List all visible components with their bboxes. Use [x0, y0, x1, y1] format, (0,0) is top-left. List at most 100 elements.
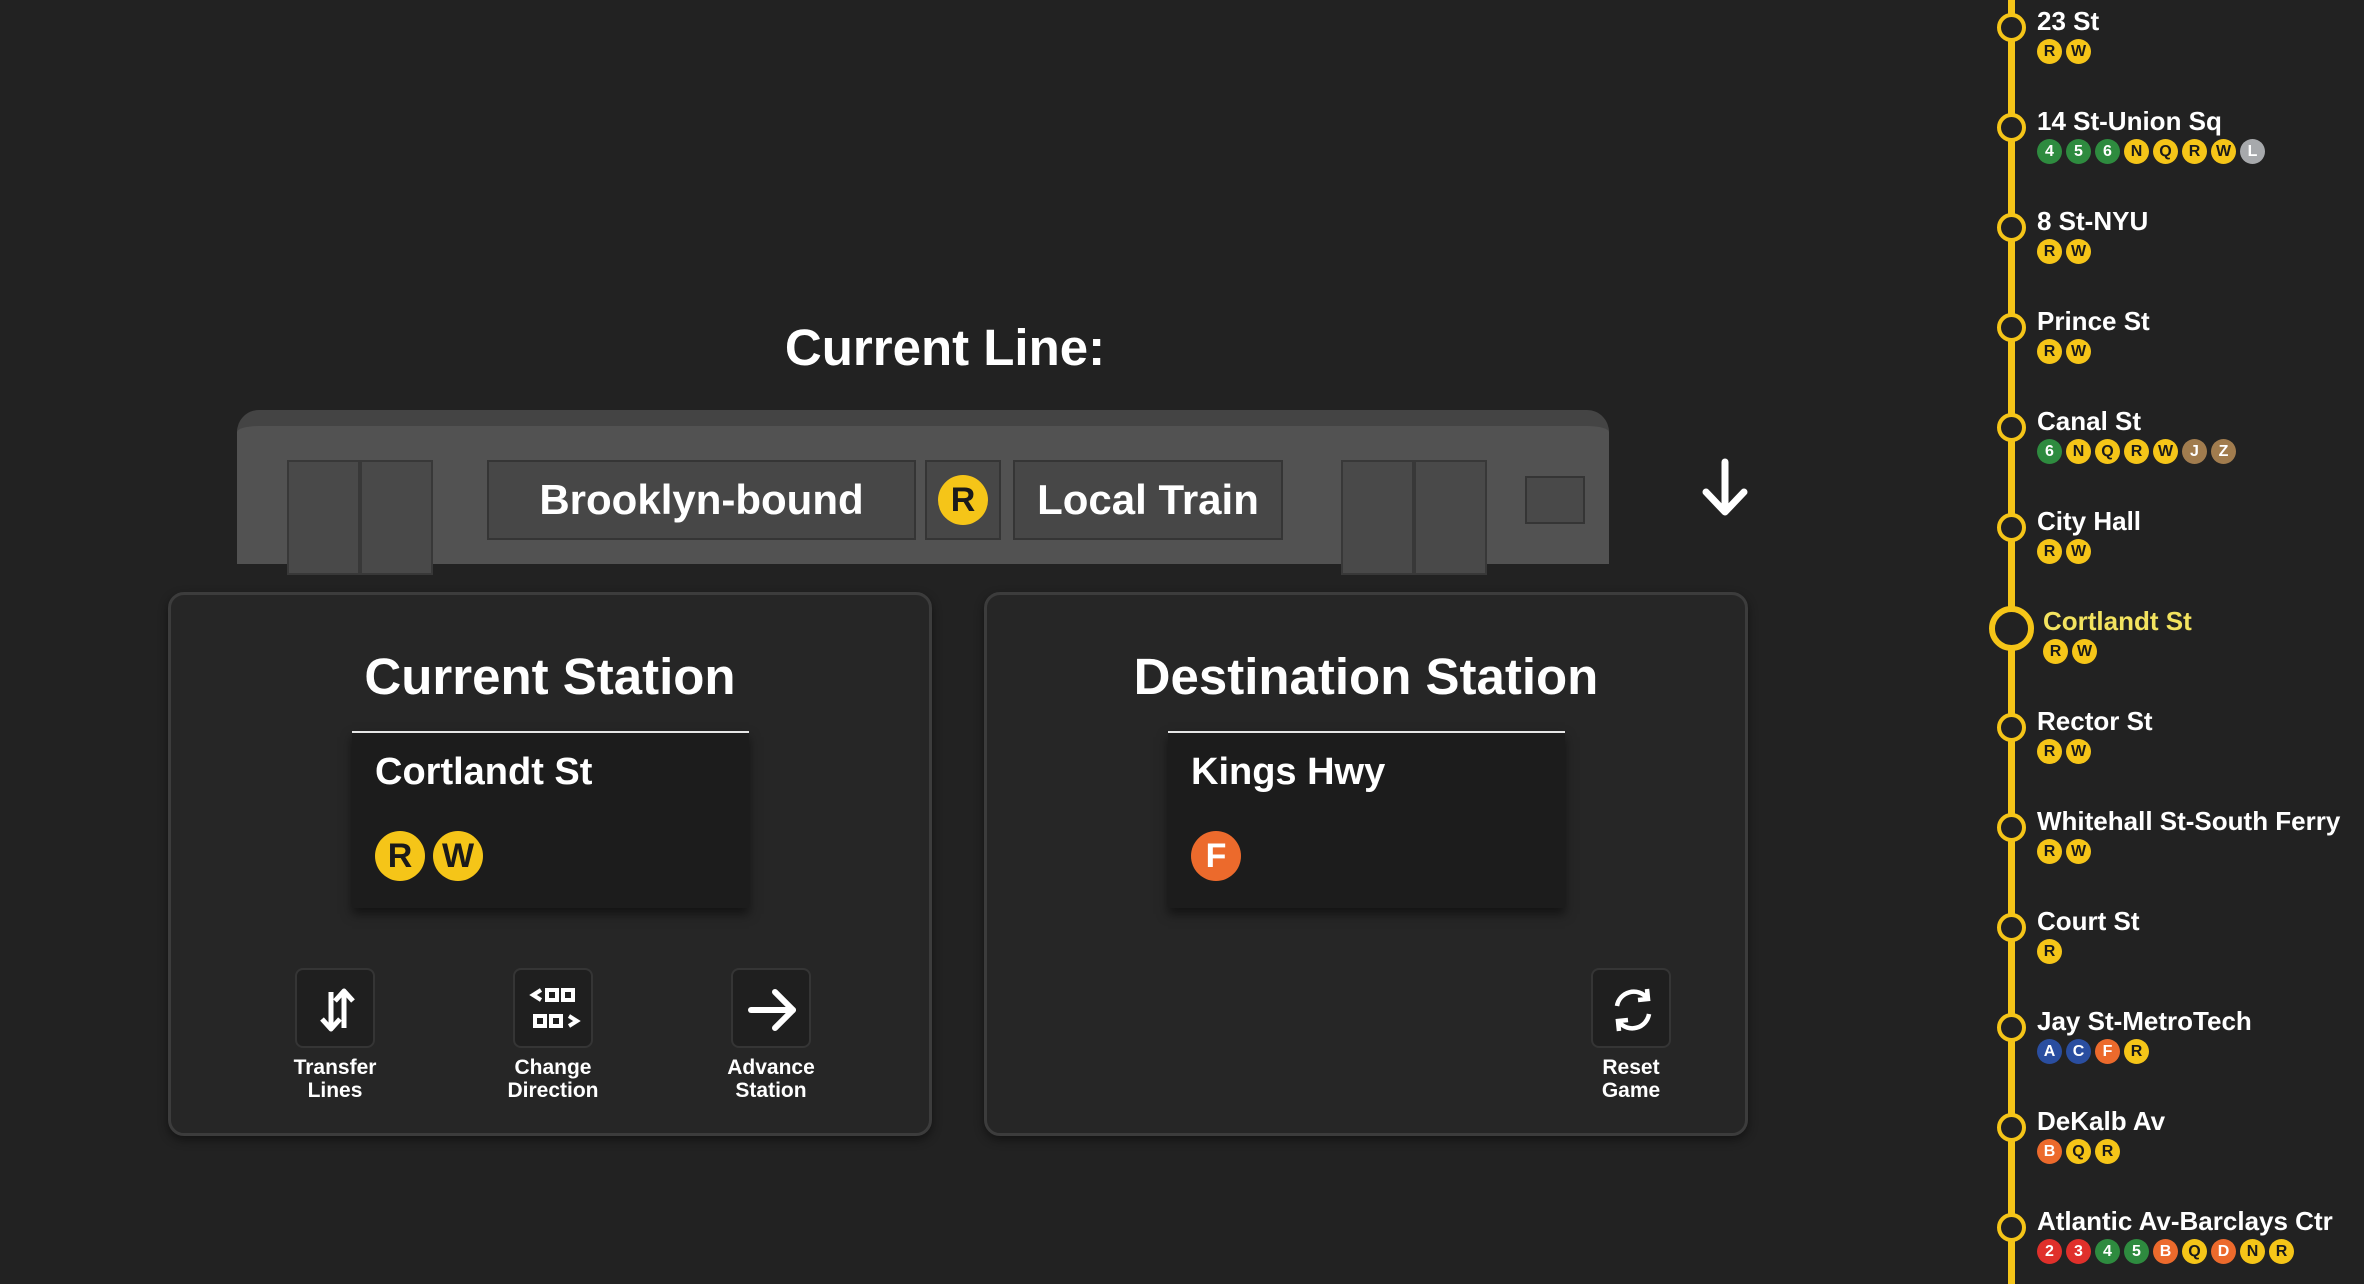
line-bullet-5: 5 [2066, 139, 2091, 164]
stop-name: Court St [2037, 906, 2140, 936]
line-bullet-r: R [2037, 939, 2062, 964]
train-door-right-1 [1341, 460, 1414, 575]
stop-marker [1997, 713, 2026, 742]
stop-name: Atlantic Av-Barclays Ctr [2037, 1206, 2333, 1236]
line-bullet-r: R [2095, 1139, 2120, 1164]
line-bullet-a: A [2037, 1039, 2062, 1064]
train-door-right-2 [1414, 460, 1487, 575]
stop-lines: RW [2043, 639, 2097, 664]
line-bullet-r: R [2043, 639, 2068, 664]
stop-lines: RW [2037, 239, 2091, 264]
stop-lines: R [2037, 939, 2062, 964]
stop-name: Whitehall St-South Ferry [2037, 806, 2341, 836]
current-station-sign: Cortlandt St RW [352, 731, 749, 908]
current-line-heading: Current Line: [784, 319, 1106, 376]
reset-game-action: Reset Game [1551, 968, 1711, 1102]
current-station-name: Cortlandt St [375, 751, 593, 793]
train-line-sign: R [925, 460, 1001, 540]
line-bullet-n: N [2240, 1239, 2265, 1264]
line-bullet-j: J [2182, 439, 2207, 464]
line-bullet-4: 4 [2037, 139, 2062, 164]
stop-marker [1997, 1213, 2026, 1242]
train-car: Brooklyn-bound R Local Train [237, 410, 1609, 575]
stop-lines: RW [2037, 339, 2091, 364]
line-bullet-d: D [2211, 1239, 2236, 1264]
stop-lines: ACFR [2037, 1039, 2149, 1064]
line-bullet-b: B [2037, 1139, 2062, 1164]
reset-game-label-1: Reset [1602, 1056, 1660, 1079]
stop-lines: RW [2037, 39, 2091, 64]
line-bullet-q: Q [2066, 1139, 2091, 1164]
line-bullet-3: 3 [2066, 1239, 2091, 1264]
train-cab-window [1525, 476, 1585, 524]
stop-name: Rector St [2037, 706, 2153, 736]
stop-lines: RW [2037, 839, 2091, 864]
stop-name: 8 St-NYU [2037, 206, 2149, 236]
transfer-lines-button[interactable] [295, 968, 375, 1048]
reset-game-label-2: Game [1601, 1079, 1661, 1102]
stop-lines: 6NQRWJZ [2037, 439, 2236, 464]
line-bullet-r: R [2269, 1239, 2294, 1264]
stop-name: DeKalb Av [2037, 1106, 2166, 1136]
train-direction-sign: Brooklyn-bound [487, 460, 916, 540]
stop-marker [1997, 413, 2026, 442]
stop-name: City Hall [2037, 506, 2142, 536]
line-bullet-w: W [2066, 539, 2091, 564]
change-direction-button[interactable] [513, 968, 593, 1048]
line-bullet-w: W [2153, 439, 2178, 464]
transfer-icon [320, 988, 355, 1032]
line-bullet-5: 5 [2124, 1239, 2149, 1264]
line-bullet-c: C [2066, 1039, 2091, 1064]
destination-station-panel: Destination Station Kings Hwy F Reset Ga… [984, 592, 1748, 1136]
stop-name: Prince St [2037, 306, 2150, 336]
reset-icon [1614, 988, 1652, 1032]
advance-station-label-2: Station [735, 1079, 807, 1102]
destination-station-name: Kings Hwy [1191, 751, 1386, 793]
destination-station-title: Destination Station [1133, 648, 1599, 705]
line-bullet-q: Q [2182, 1239, 2207, 1264]
line-bullet-r: R [2182, 139, 2207, 164]
advance-station-label-1: Advance [727, 1056, 815, 1079]
change-direction-action: Change Direction [473, 968, 633, 1102]
change-direction-label-1: Change [514, 1056, 592, 1079]
current-stop-marker [1989, 606, 2034, 651]
line-bullet-q: Q [2153, 139, 2178, 164]
stop-name: 14 St-Union Sq [2037, 106, 2222, 136]
reset-game-button[interactable] [1591, 968, 1671, 1048]
stop-name: Cortlandt St [2043, 606, 2192, 636]
stop-marker [1997, 313, 2026, 342]
stop-lines: 2345BQDNR [2037, 1239, 2294, 1264]
stop-marker [1997, 113, 2026, 142]
train-line-bullet: R [938, 475, 988, 525]
line-bullet-l: L [2240, 139, 2265, 164]
line-bullet-f: F [1191, 831, 1241, 881]
change-direction-label-2: Direction [507, 1079, 599, 1102]
line-bullet-4: 4 [2095, 1239, 2120, 1264]
stop-marker [1997, 813, 2026, 842]
line-bullet-n: N [2066, 439, 2091, 464]
current-station-title: Current Station [364, 648, 736, 705]
line-bullet-r: R [2037, 839, 2062, 864]
stop-lines: 456NQRWL [2037, 139, 2265, 164]
line-bullet-r: R [2124, 1039, 2149, 1064]
line-bullet-q: Q [2095, 439, 2120, 464]
line-bullet-r: R [2037, 39, 2062, 64]
destination-station-lines: F [1191, 831, 1241, 881]
line-bullet-w: W [2211, 139, 2236, 164]
line-bullet-w: W [2066, 239, 2091, 264]
stop-lines: RW [2037, 539, 2091, 564]
change-direction-icon [529, 988, 581, 1028]
stop-lines: BQR [2037, 1139, 2120, 1164]
line-bullet-w: W [2066, 339, 2091, 364]
line-bullet-r: R [2037, 539, 2062, 564]
line-bullet-2: 2 [2037, 1239, 2062, 1264]
line-bullet-w: W [2066, 839, 2091, 864]
advance-station-button[interactable] [731, 968, 811, 1048]
stop-marker [1997, 513, 2026, 542]
stop-marker [1997, 1013, 2026, 1042]
stop-marker [1997, 13, 2026, 42]
arrow-down-icon [1700, 458, 1750, 518]
stop-name: Canal St [2037, 406, 2142, 436]
line-bullet-w: W [2072, 639, 2097, 664]
line-bullet-z: Z [2211, 439, 2236, 464]
